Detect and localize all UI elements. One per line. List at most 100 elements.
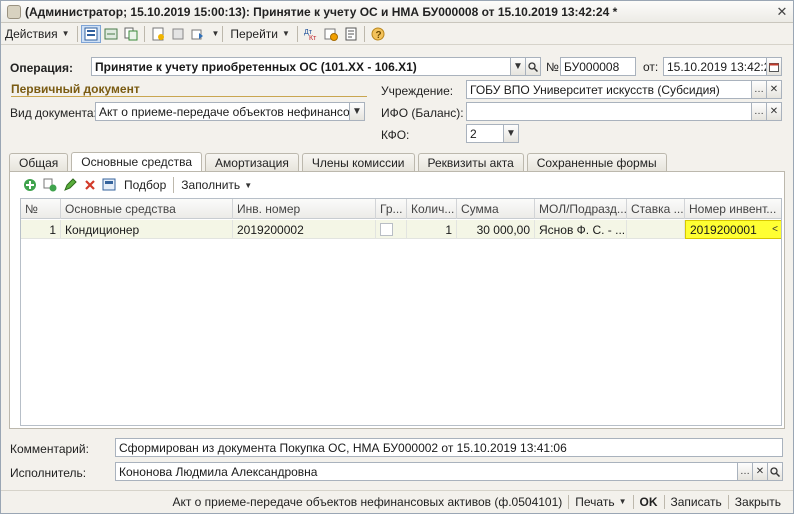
column-header[interactable]: Гр... xyxy=(376,199,407,219)
select-arrow-icon[interactable]: < xyxy=(772,224,778,235)
fill-menu[interactable]: Заполнить ▼ xyxy=(177,176,256,194)
executor-clear-icon[interactable]: ✕ xyxy=(752,462,768,481)
post-document-icon[interactable] xyxy=(80,24,101,43)
calendar-icon[interactable] xyxy=(766,57,782,76)
column-header[interactable]: Ставка ... xyxy=(627,199,685,219)
inventory-number-cell[interactable]: 2019200001 < xyxy=(685,220,781,239)
column-header[interactable]: Колич... xyxy=(407,199,457,219)
chevron-down-icon: ▼ xyxy=(281,29,290,38)
column-header[interactable]: Основные средства xyxy=(61,199,233,219)
window-title: (Администратор; 15.10.2019 15:00:13): Пр… xyxy=(25,4,618,19)
svg-text:?: ? xyxy=(375,30,381,41)
column-header[interactable]: Инв. номер xyxy=(233,199,376,219)
date-label: от: xyxy=(643,60,659,74)
executor-label: Исполнитель: xyxy=(10,466,87,480)
main-toolbar: Действия ▼ ▼ Перейти ▼ Дт Кт ? xyxy=(1,23,793,45)
tab-depreciation[interactable]: Амортизация xyxy=(205,153,299,171)
create-based-on-icon[interactable] xyxy=(148,25,168,43)
save-button[interactable]: Записать xyxy=(665,495,728,509)
goto-label: Перейти xyxy=(230,26,278,41)
calendar-clock-icon[interactable] xyxy=(321,25,341,43)
kfo-field[interactable]: 2 xyxy=(466,124,504,143)
quantity-cell[interactable]: 1 xyxy=(407,220,457,239)
tab-saved-forms[interactable]: Сохраненные формы xyxy=(526,153,667,171)
chevron-down-icon: ▼ xyxy=(61,29,70,38)
select-button[interactable]: Подбор xyxy=(120,176,170,194)
toolbar-divider xyxy=(143,25,145,42)
fixed-assets-panel: Подбор Заполнить ▼ № Основные средства Ин… xyxy=(9,171,785,429)
executor-select-icon[interactable]: … xyxy=(737,462,753,481)
print-menu[interactable]: Печать ▼ xyxy=(569,495,632,509)
tab-bar: Общая Основные средства Амортизация Член… xyxy=(9,152,670,171)
group-cell[interactable] xyxy=(376,220,407,239)
actions-menu[interactable]: Действия ▼ xyxy=(1,25,74,43)
delete-row-icon[interactable] xyxy=(80,176,100,194)
copy-document-icon[interactable] xyxy=(121,25,141,43)
report-icon[interactable] xyxy=(341,25,361,43)
help-icon[interactable]: ? xyxy=(368,25,388,43)
fixed-assets-table[interactable]: № Основные средства Инв. номер Гр... Кол… xyxy=(20,198,782,426)
institution-label: Учреждение: xyxy=(381,84,454,98)
fill-label: Заполнить xyxy=(181,178,241,192)
edit-row-icon[interactable] xyxy=(60,176,80,194)
column-header[interactable]: МОЛ/Подразд... xyxy=(535,199,627,219)
ifo-field[interactable] xyxy=(466,102,752,121)
operation-dropdown-icon[interactable]: ▼ xyxy=(510,57,526,76)
institution-clear-icon[interactable]: ✕ xyxy=(766,80,782,99)
inventory-cell[interactable]: 2019200002 xyxy=(233,220,376,239)
ok-button[interactable]: OK xyxy=(634,495,664,509)
journal-icon[interactable] xyxy=(101,25,121,43)
chevron-down-icon[interactable]: ▼ xyxy=(212,29,220,38)
export-icon[interactable] xyxy=(188,25,208,43)
print-label: Печать xyxy=(575,494,615,509)
tab-fixed-assets[interactable]: Основные средства xyxy=(71,152,203,171)
actions-label: Действия xyxy=(5,26,58,41)
chevron-down-icon: ▼ xyxy=(618,497,627,506)
toolbar-divider xyxy=(76,25,78,42)
executor-search-icon[interactable] xyxy=(767,462,783,481)
ifo-select-icon[interactable]: … xyxy=(751,102,767,121)
institution-select-icon[interactable]: … xyxy=(751,80,767,99)
operation-search-icon[interactable] xyxy=(525,57,541,76)
group-checkbox[interactable] xyxy=(380,223,393,236)
operation-field[interactable]: Принятие к учету приобретенных ОС (101.Х… xyxy=(91,57,511,76)
ifo-clear-icon[interactable]: ✕ xyxy=(766,102,782,121)
copy-row-icon[interactable] xyxy=(40,176,60,194)
column-header[interactable]: Номер инвент... xyxy=(685,199,781,219)
doc-type-dropdown-icon[interactable]: ▼ xyxy=(349,102,365,121)
kfo-label: КФО: xyxy=(381,128,410,142)
date-field[interactable]: 15.10.2019 13:42:24 xyxy=(663,57,767,76)
bottom-command-bar: Акт о приеме-передаче объектов нефинансо… xyxy=(1,490,793,512)
kfo-dropdown-icon[interactable]: ▼ xyxy=(503,124,519,143)
executor-field[interactable]: Кононова Людмила Александровна xyxy=(115,462,738,481)
column-header[interactable]: № xyxy=(21,199,61,219)
add-row-icon[interactable] xyxy=(20,176,40,194)
dt-kt-postings-icon[interactable]: Дт Кт xyxy=(301,25,321,43)
section-underline xyxy=(11,96,367,97)
institution-field[interactable]: ГОБУ ВПО Университет искусств (Субсидия) xyxy=(466,80,752,99)
rate-cell[interactable] xyxy=(627,220,685,239)
tab-general[interactable]: Общая xyxy=(9,153,69,171)
sum-cell[interactable]: 30 000,00 xyxy=(457,220,535,239)
tab-commission[interactable]: Члены комиссии xyxy=(301,153,415,171)
mol-cell[interactable]: Яснов Ф. С. - ... xyxy=(535,220,627,239)
tab-act-details[interactable]: Реквизиты акта xyxy=(417,153,524,171)
structure-icon[interactable] xyxy=(168,25,188,43)
table-header: № Основные средства Инв. номер Гр... Кол… xyxy=(21,199,781,219)
inventory-number-input[interactable]: 2019200001 xyxy=(690,223,757,237)
asset-cell[interactable]: Кондиционер xyxy=(61,220,233,239)
close-window-icon[interactable]: ✕ xyxy=(771,3,793,21)
doc-type-field[interactable]: Акт о приеме-передаче объектов нефинансо… xyxy=(95,102,350,121)
document-window: (Администратор; 15.10.2019 15:00:13): Пр… xyxy=(0,0,794,514)
number-field[interactable]: БУ000008 xyxy=(560,57,636,76)
doc-type-label: Вид документа: xyxy=(10,106,97,120)
goto-menu[interactable]: Перейти ▼ xyxy=(226,25,293,43)
table-row[interactable]: 1 Кондиционер 2019200002 1 30 000,00 Ясн… xyxy=(21,220,781,239)
chevron-down-icon: ▼ xyxy=(244,180,253,190)
number-label: № xyxy=(546,60,559,74)
close-button[interactable]: Закрыть xyxy=(729,495,787,509)
act-print-button[interactable]: Акт о приеме-передаче объектов нефинансо… xyxy=(166,495,568,509)
comment-field[interactable]: Сформирован из документа Покупка ОС, НМА… xyxy=(115,438,783,457)
print-form-icon[interactable] xyxy=(100,176,120,194)
column-header[interactable]: Сумма xyxy=(457,199,535,219)
